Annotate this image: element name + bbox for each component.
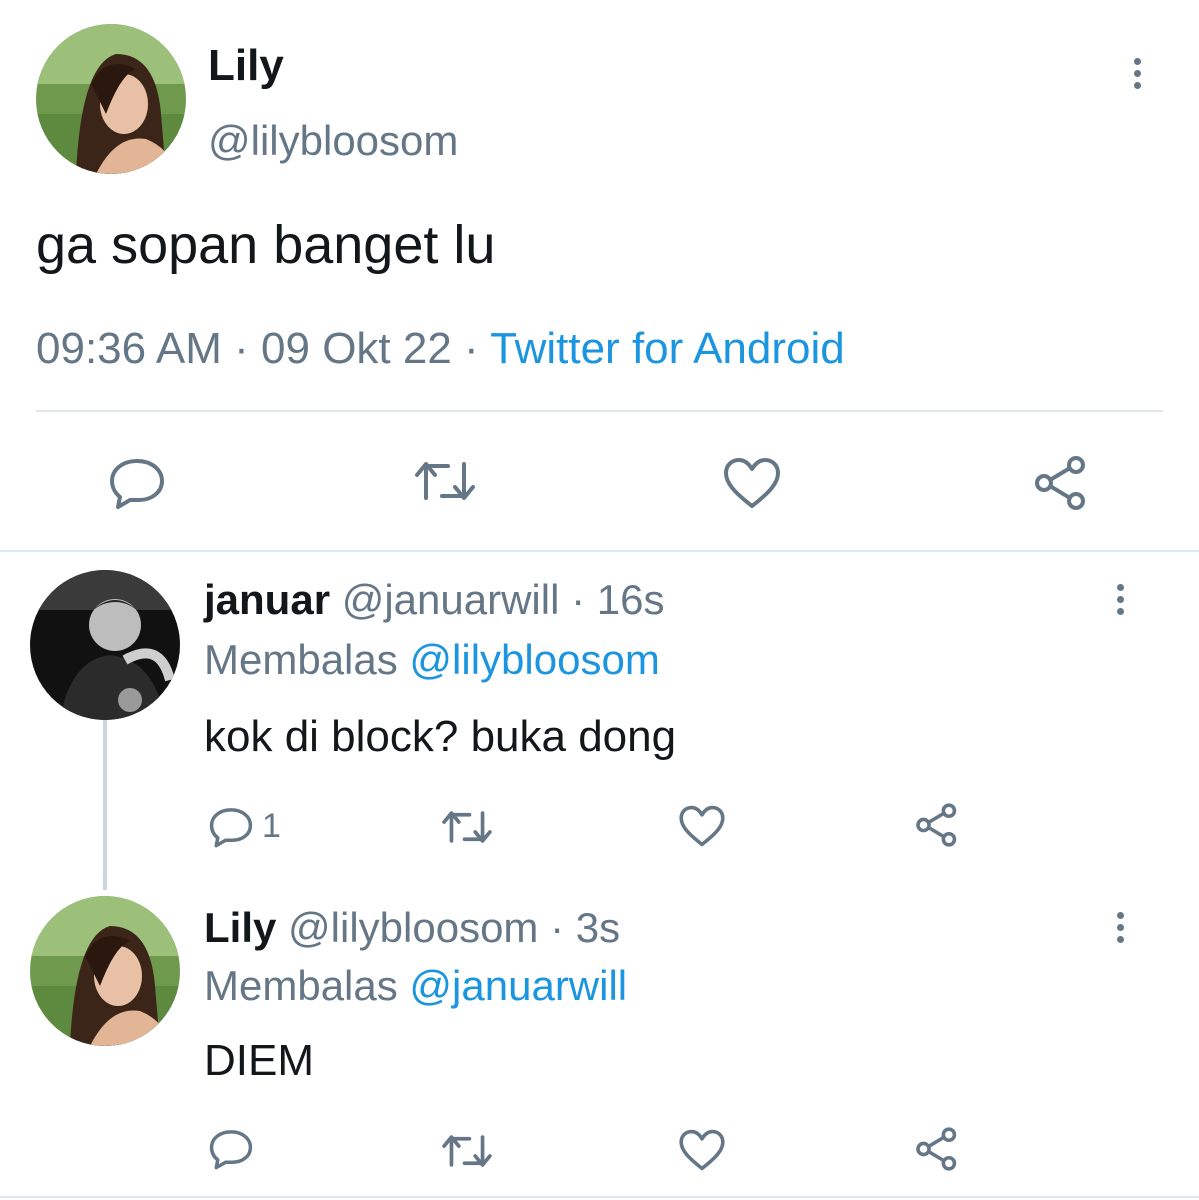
- tweet-age: 3s: [575, 904, 621, 951]
- replying-prefix: Membalas: [204, 962, 398, 1009]
- tweet-age: 16s: [596, 576, 665, 623]
- meta-separator: ·: [464, 324, 479, 373]
- meta-separator: ·: [571, 576, 586, 623]
- divider: [0, 550, 1199, 552]
- author-handle[interactable]: @januarwill: [342, 576, 560, 623]
- tweet-source-link[interactable]: Twitter for Android: [490, 324, 845, 373]
- replying-prefix: Membalas: [204, 636, 398, 683]
- avatar[interactable]: [36, 24, 186, 174]
- tweet-meta: 09:36 AM · 09 Okt 22 · Twitter for Andro…: [36, 322, 845, 376]
- thread-line: [103, 720, 107, 890]
- retweet-icon[interactable]: [412, 458, 478, 504]
- avatar[interactable]: [30, 570, 180, 720]
- mention-link[interactable]: @januarwill: [409, 962, 627, 1009]
- retweet-icon[interactable]: [440, 808, 494, 846]
- divider: [0, 1196, 1199, 1198]
- divider: [36, 410, 1163, 412]
- heart-icon[interactable]: [722, 456, 782, 510]
- retweet-icon[interactable]: [440, 1132, 494, 1170]
- heart-icon[interactable]: [678, 1128, 726, 1172]
- more-vertical-icon[interactable]: [1131, 58, 1143, 94]
- tweet-time: 09:36 AM: [36, 324, 222, 373]
- replying-to: Membalas @januarwill: [204, 960, 627, 1012]
- more-vertical-icon[interactable]: [1114, 912, 1126, 948]
- reply-count: 1: [262, 807, 281, 845]
- reply-header: januar @januarwill · 16s: [204, 574, 665, 626]
- reply-header: Lily @lilybloosom · 3s: [204, 902, 620, 954]
- reply-text: DIEM: [204, 1036, 314, 1085]
- reply-icon[interactable]: [108, 456, 166, 510]
- share-icon[interactable]: [914, 1126, 960, 1172]
- avatar[interactable]: [30, 896, 180, 1046]
- more-vertical-icon[interactable]: [1114, 584, 1126, 620]
- heart-icon[interactable]: [678, 804, 726, 848]
- reply-text: kok di block? buka dong: [204, 712, 677, 761]
- share-icon[interactable]: [1032, 454, 1090, 512]
- author-handle[interactable]: @lilybloosom: [288, 904, 538, 951]
- author-name[interactable]: Lily: [208, 40, 284, 92]
- replying-to: Membalas @lilybloosom: [204, 634, 660, 686]
- share-icon[interactable]: [914, 802, 960, 848]
- reply-icon[interactable]: [208, 1128, 254, 1170]
- tweet-date: 09 Okt 22: [261, 324, 452, 373]
- author-name[interactable]: januar: [204, 576, 330, 623]
- reply-icon[interactable]: [208, 806, 254, 848]
- mention-link[interactable]: @lilybloosom: [409, 636, 659, 683]
- author-name[interactable]: Lily: [204, 904, 276, 951]
- meta-separator: ·: [550, 904, 565, 951]
- tweet-text: ga sopan banget lu: [36, 215, 496, 275]
- meta-separator: ·: [234, 324, 249, 373]
- author-handle[interactable]: @lilybloosom: [208, 116, 458, 166]
